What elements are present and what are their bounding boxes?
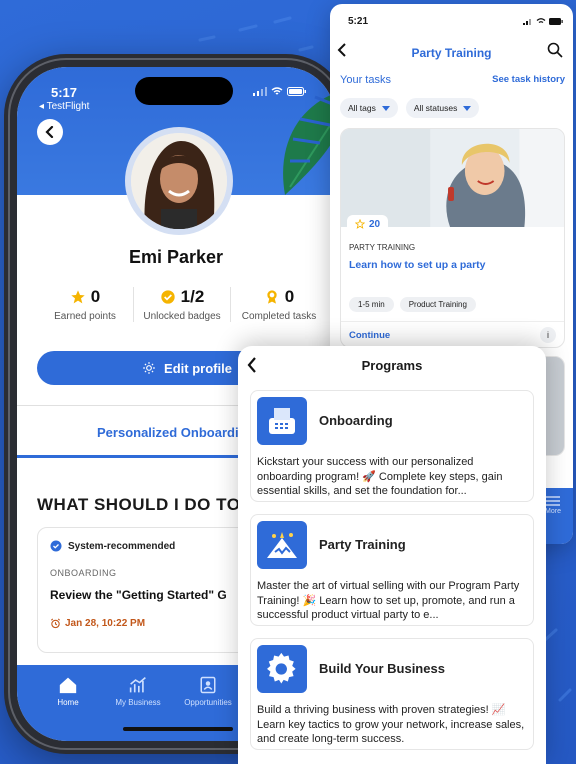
signal-icon — [523, 19, 531, 25]
avatar — [125, 127, 233, 235]
filter-label: All statuses — [413, 103, 458, 113]
battery-icon — [549, 18, 563, 25]
divider — [341, 321, 564, 322]
stat-label: Unlocked badges — [143, 311, 221, 322]
filter-all-statuses[interactable]: All statuses — [405, 98, 480, 118]
your-tasks-heading: Your tasks — [340, 74, 391, 86]
badge-label: System-recommended — [68, 540, 176, 552]
task-category: PARTY TRAINING — [349, 243, 416, 252]
fax-machine-icon — [269, 408, 295, 434]
nav-label: Home — [57, 698, 79, 707]
nav-opportunities[interactable]: Opportunities — [175, 675, 241, 741]
program-icon — [257, 645, 307, 693]
stat-unlocked-badges: 1/2 Unlocked badges — [133, 287, 230, 322]
continue-button[interactable]: Continue — [349, 330, 390, 341]
testflight-back-link[interactable]: ◂ TestFlight — [39, 101, 89, 112]
caret-down-icon — [463, 105, 472, 111]
wifi-icon — [271, 87, 283, 95]
tag-product-training: Product Training — [399, 297, 476, 312]
status-time: 5:21 — [348, 16, 369, 27]
filter-all-tags[interactable]: All tags — [340, 98, 398, 118]
programs-screen: Programs Onboarding Kickstart your succe… — [238, 346, 546, 764]
battery-icon — [287, 87, 306, 96]
program-card-build-your-business[interactable]: Build Your Business Build a thriving bus… — [250, 638, 534, 750]
party-icon — [267, 532, 297, 558]
stat-completed-tasks: 0 Completed tasks — [230, 287, 327, 322]
tab-personalized-onboarding[interactable]: Personalized Onboardi — [97, 425, 239, 440]
page-title: Party Training — [411, 46, 492, 60]
program-name: Onboarding — [319, 413, 393, 428]
star-icon — [71, 290, 85, 304]
menu-icon — [546, 496, 561, 506]
task-image — [341, 129, 564, 227]
task-filters: All tags All statuses — [340, 98, 480, 118]
program-icon — [257, 521, 307, 569]
program-description: Kickstart your success with our personal… — [257, 456, 503, 497]
award-icon — [267, 290, 277, 304]
program-name: Build Your Business — [319, 661, 445, 676]
stat-label: Completed tasks — [241, 311, 317, 322]
nav-label: More — [545, 508, 561, 515]
program-description: Build a thriving business with proven st… — [257, 704, 525, 745]
see-task-history-link[interactable]: See task history — [492, 74, 565, 85]
info-icon[interactable]: i — [540, 327, 556, 343]
program-card-onboarding[interactable]: Onboarding Kickstart your success with o… — [250, 390, 534, 502]
avatar-portrait — [131, 133, 227, 229]
task-card[interactable]: 20 PARTY TRAINING Learn how to set up a … — [340, 128, 565, 348]
filter-label: All tags — [348, 103, 376, 113]
tasks-header: Party Training — [330, 42, 573, 64]
nav-more[interactable]: More — [545, 496, 561, 515]
stat-label: Earned points — [54, 311, 116, 322]
signal-icon — [253, 87, 267, 96]
home-indicator — [123, 727, 233, 731]
gear-icon — [267, 652, 296, 684]
system-recommended-badge: System-recommended — [50, 540, 175, 552]
contact-card-icon — [200, 676, 216, 694]
stat-earned-points: 0 Earned points — [37, 287, 133, 322]
task-due-date: Jan 28, 10:22 PM — [50, 618, 145, 629]
program-icon — [257, 397, 307, 445]
star-outline-icon — [355, 219, 365, 229]
nav-my-business[interactable]: My Business — [105, 675, 171, 741]
stat-value: 0 — [284, 287, 295, 306]
program-description: Master the art of virtual selling with o… — [257, 580, 520, 621]
back-button[interactable] — [37, 119, 63, 145]
nav-home[interactable]: Home — [35, 675, 101, 741]
stat-value: 1/2 — [180, 287, 205, 306]
wifi-icon — [536, 18, 546, 24]
points-badge: 20 — [347, 215, 389, 233]
nav-label: Opportunities — [184, 698, 232, 707]
page-title: Programs — [361, 358, 423, 373]
status-time: 5:17 — [51, 85, 78, 100]
program-card-party-training[interactable]: Party Training Master the art of virtual… — [250, 514, 534, 626]
check-badge-icon — [161, 290, 175, 304]
task-title: Learn how to set up a party — [349, 259, 486, 271]
tag-duration: 1-5 min — [349, 297, 394, 312]
chevron-left-icon — [45, 126, 54, 138]
nav-label: My Business — [115, 698, 161, 707]
profile-name: Emi Parker — [128, 247, 224, 267]
programs-header: Programs — [238, 356, 546, 378]
gear-icon — [143, 362, 155, 374]
task-title: Review the "Getting Started" G — [50, 588, 227, 602]
search-icon[interactable] — [547, 42, 563, 58]
verified-icon — [50, 540, 62, 552]
due-date-text: Jan 28, 10:22 PM — [65, 618, 146, 629]
caret-down-icon — [381, 105, 390, 111]
status-icons — [253, 87, 307, 96]
task-category: ONBOARDING — [50, 568, 117, 578]
points-value: 20 — [369, 218, 381, 230]
status-icons — [523, 18, 563, 25]
profile-stats: 0 Earned points 1/2 Unlocked badges 0 Co… — [37, 287, 327, 322]
dynamic-island — [135, 77, 233, 105]
program-name: Party Training — [319, 537, 406, 552]
alarm-clock-icon — [50, 618, 61, 629]
section-title: WHAT SHOULD I DO TODA — [37, 495, 266, 514]
stat-value: 0 — [90, 287, 101, 306]
edit-profile-label: Edit profile — [164, 360, 232, 376]
task-tags: 1-5 min Product Training — [349, 297, 476, 312]
home-icon — [59, 677, 77, 694]
chart-icon — [129, 677, 146, 693]
